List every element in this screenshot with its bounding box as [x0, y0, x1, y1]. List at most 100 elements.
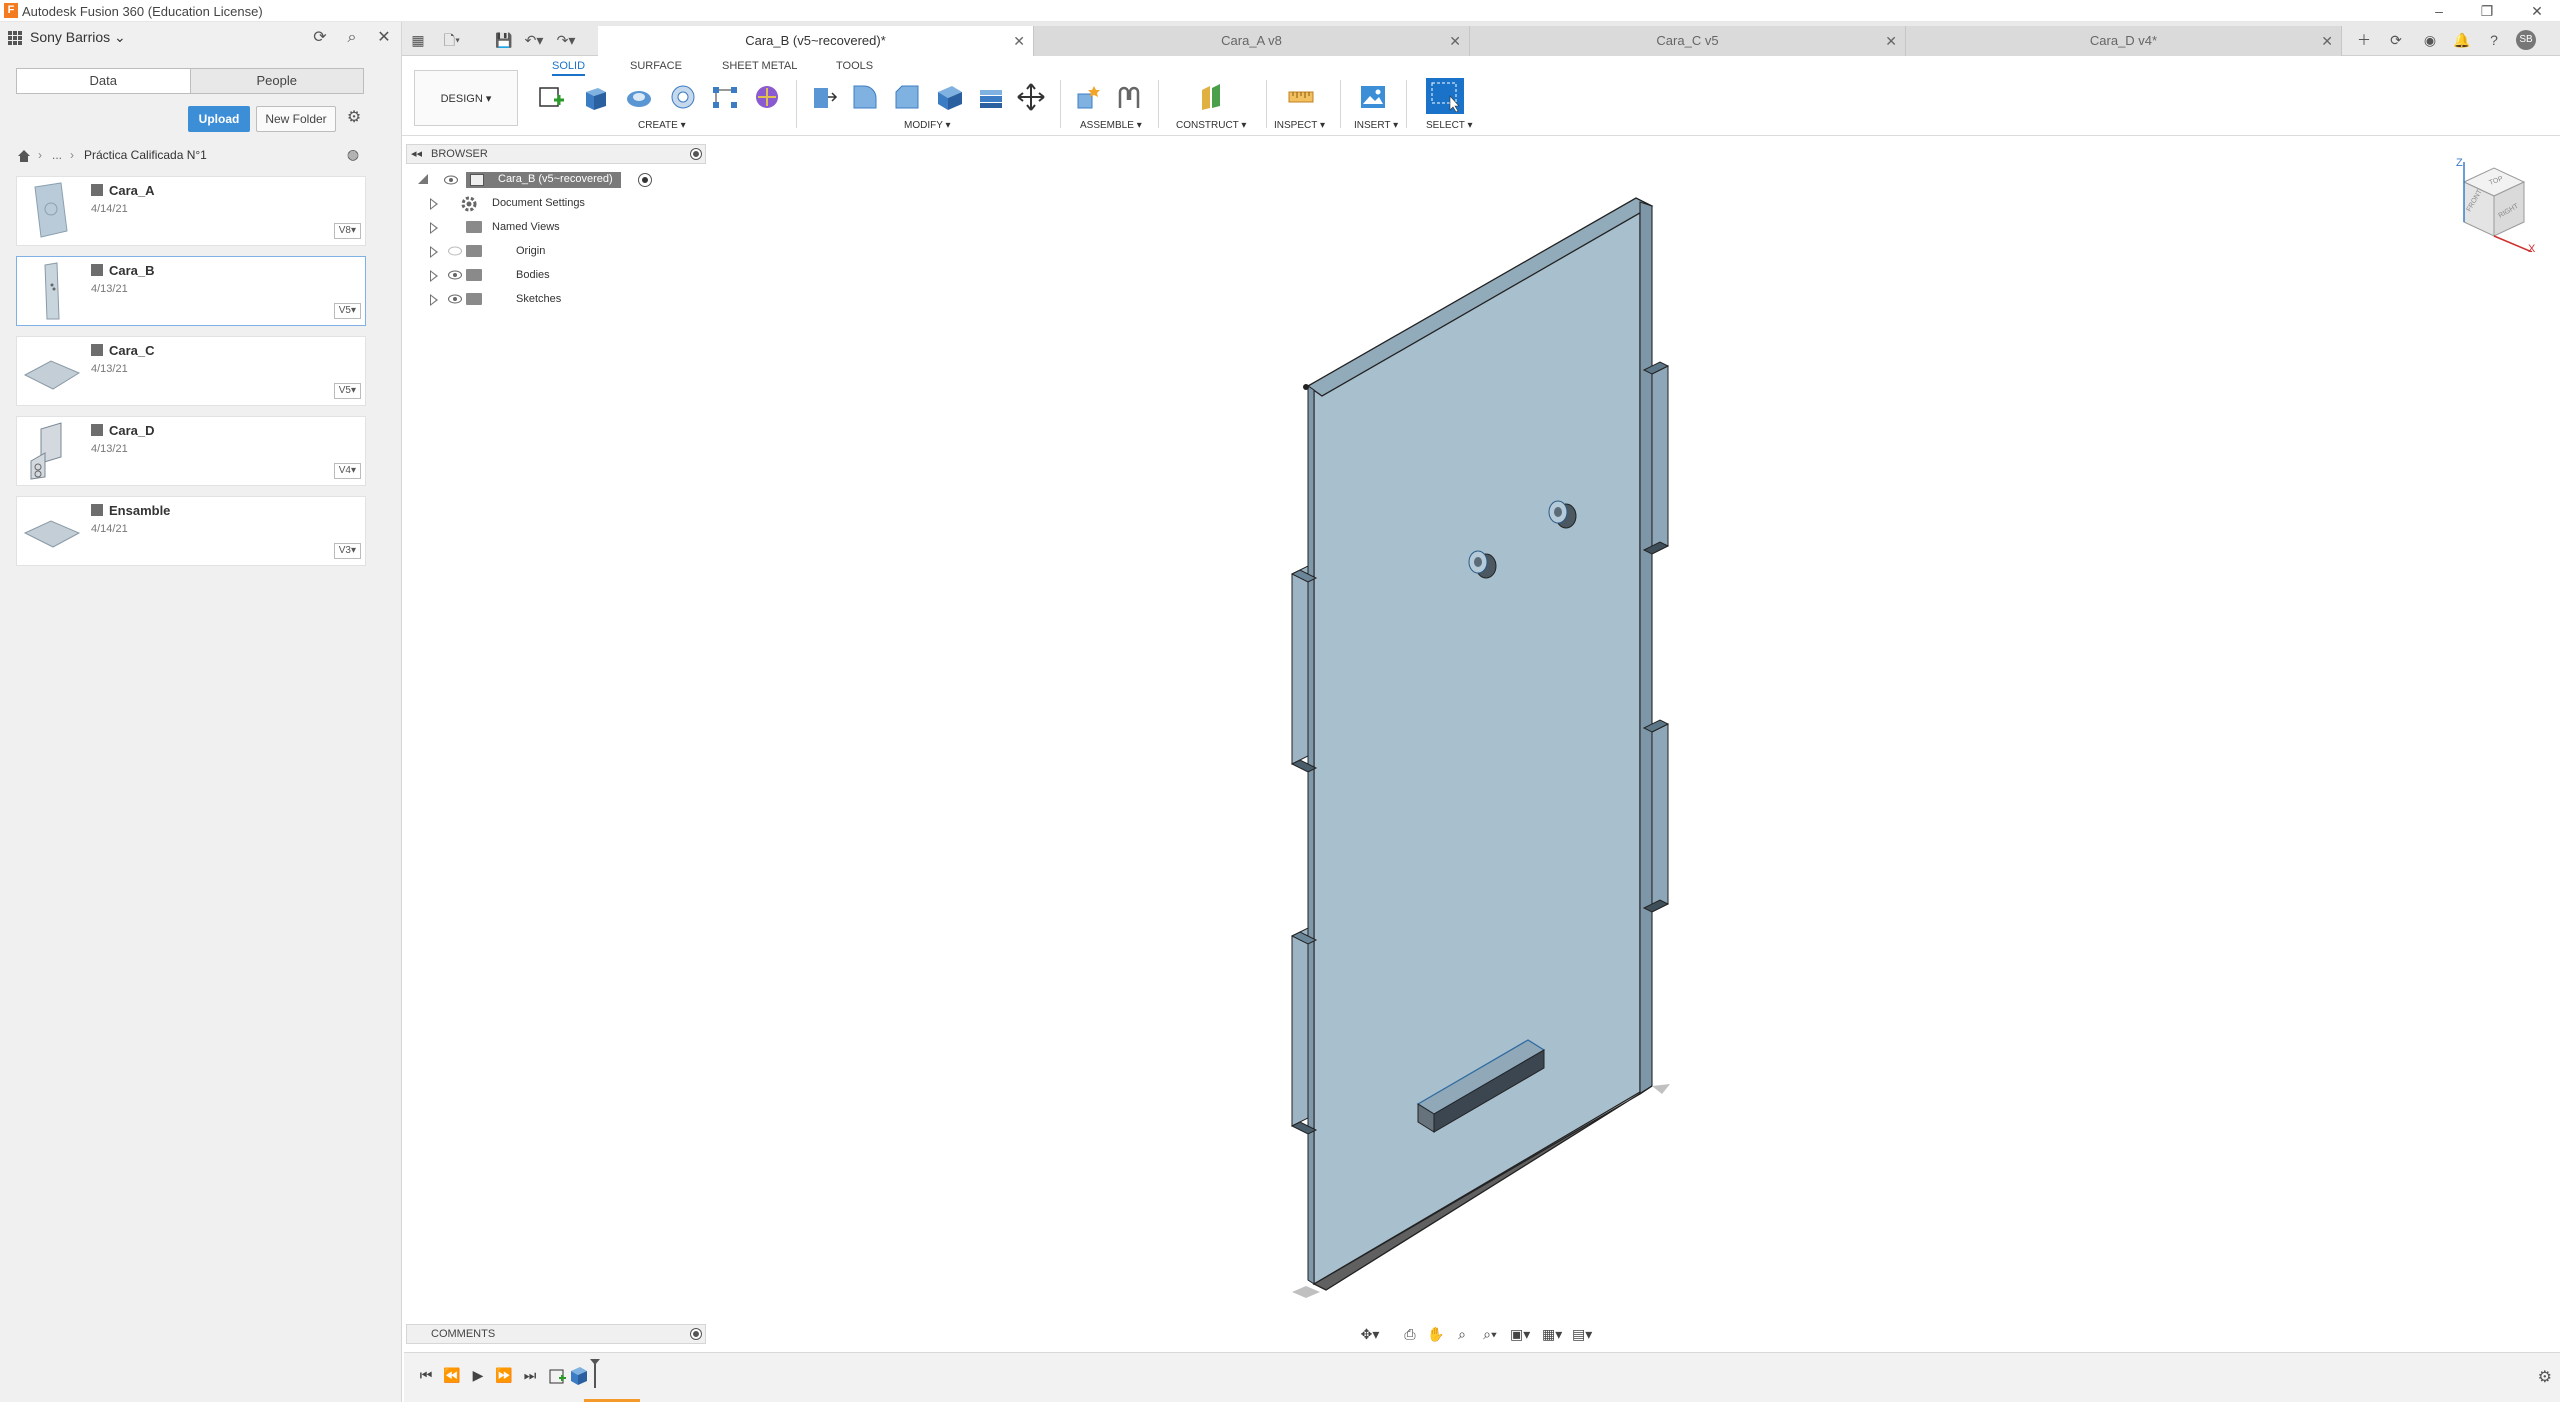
collapse-panel-icon[interactable]: ◂◂: [411, 147, 422, 160]
new-tab-icon[interactable]: ＋: [2354, 30, 2374, 50]
measure-icon[interactable]: [1286, 82, 1316, 112]
close-tab-icon[interactable]: ✕: [1013, 26, 1025, 56]
inspect-menu[interactable]: INSPECT ▾: [1274, 120, 1325, 131]
grid-settings-icon[interactable]: ▦▾: [1542, 1324, 1562, 1344]
sketch-feature-icon[interactable]: [546, 1365, 568, 1387]
activate-radio[interactable]: [638, 173, 652, 187]
play-icon[interactable]: ▶: [468, 1365, 488, 1385]
new-folder-button[interactable]: New Folder: [256, 106, 336, 132]
create-menu[interactable]: CREATE ▾: [638, 120, 686, 131]
tab-surface[interactable]: SURFACE: [630, 60, 682, 72]
extrude-icon[interactable]: [580, 82, 610, 112]
eye-icon[interactable]: [448, 270, 462, 280]
version-dropdown[interactable]: V4▾: [333, 463, 361, 479]
step-forward-icon[interactable]: ⏩: [494, 1365, 514, 1385]
pan-icon[interactable]: ✋: [1426, 1324, 1446, 1344]
close-panel-icon[interactable]: ✕: [374, 28, 394, 48]
tab-people[interactable]: People: [191, 69, 364, 93]
zoom-icon[interactable]: ⌕: [1452, 1324, 1472, 1344]
insert-image-icon[interactable]: [1358, 82, 1388, 112]
combine-icon[interactable]: [976, 82, 1006, 112]
file-card-cara-b[interactable]: Cara_B 4/13/21 V5▾: [16, 256, 366, 326]
file-card-cara-d[interactable]: Cara_D 4/13/21 V4▾: [16, 416, 366, 486]
restore-icon[interactable]: ❐: [2476, 2, 2498, 20]
tab-solid[interactable]: SOLID: [552, 60, 586, 76]
expand-triangle-icon[interactable]: [430, 198, 438, 210]
file-card-cara-c[interactable]: Cara_C 4/13/21 V5▾: [16, 336, 366, 406]
viewports-icon[interactable]: ▤▾: [1572, 1324, 1592, 1344]
expand-triangle-icon[interactable]: [430, 270, 438, 282]
file-menu-icon[interactable]: 🗋▾: [442, 30, 462, 50]
joint-icon[interactable]: [1114, 82, 1144, 112]
look-at-icon[interactable]: ⎙: [1400, 1324, 1420, 1344]
timeline-marker-icon[interactable]: [590, 1359, 600, 1389]
refresh-icon[interactable]: ⟳: [310, 28, 330, 48]
step-back-icon[interactable]: ⏪: [442, 1365, 462, 1385]
redo-icon[interactable]: ↷▾: [556, 30, 576, 50]
assemble-menu[interactable]: ASSEMBLE ▾: [1080, 120, 1142, 131]
breadcrumb-folder[interactable]: Práctica Calificada N°1: [84, 148, 207, 162]
tab-tools[interactable]: TOOLS: [836, 60, 873, 72]
close-tab-icon[interactable]: ✕: [1885, 26, 1897, 56]
globe-icon[interactable]: ◍: [344, 146, 362, 164]
expand-triangle-icon[interactable]: [418, 174, 428, 184]
create-sketch-icon[interactable]: [536, 82, 566, 112]
form-icon[interactable]: [752, 82, 782, 112]
eye-icon[interactable]: [444, 175, 458, 185]
expand-triangle-icon[interactable]: [430, 222, 438, 234]
notifications-icon[interactable]: 🔔: [2452, 30, 2472, 50]
breadcrumb-ellipsis[interactable]: ...: [52, 148, 62, 162]
undo-icon[interactable]: ↶▾: [524, 30, 544, 50]
modify-menu[interactable]: MODIFY ▾: [904, 120, 951, 131]
apps-grid-icon[interactable]: ▦: [408, 30, 428, 50]
tab-sheet-metal[interactable]: SHEET METAL: [722, 60, 797, 72]
close-icon[interactable]: ✕: [2526, 2, 2548, 20]
help-icon[interactable]: ?: [2484, 30, 2504, 50]
user-team-selector[interactable]: Sony Barrios ⌄: [30, 29, 126, 46]
extrude-feature-icon[interactable]: [568, 1363, 590, 1387]
pin-panel-icon[interactable]: [691, 1329, 701, 1339]
construct-menu[interactable]: CONSTRUCT ▾: [1176, 120, 1246, 131]
view-cube[interactable]: TOP FRONT RIGHT Z X: [2440, 152, 2540, 252]
search-icon[interactable]: ⌕: [342, 28, 362, 48]
home-icon[interactable]: [16, 148, 32, 164]
tab-data[interactable]: Data: [17, 69, 190, 93]
new-component-icon[interactable]: [1074, 82, 1104, 112]
job-status-icon[interactable]: ◉: [2420, 30, 2440, 50]
display-settings-icon[interactable]: ▣▾: [1510, 1324, 1530, 1344]
hole-icon[interactable]: [668, 82, 698, 112]
close-tab-icon[interactable]: ✕: [2321, 26, 2333, 56]
move-copy-icon[interactable]: [1016, 82, 1046, 112]
pin-panel-icon[interactable]: [691, 149, 701, 159]
doc-tab-cara-d[interactable]: Cara_D v4* ✕: [1906, 26, 2342, 56]
avatar[interactable]: SB: [2516, 30, 2536, 50]
revolve-icon[interactable]: [624, 82, 654, 112]
gear-icon[interactable]: ⚙: [2538, 1367, 2552, 1387]
select-menu[interactable]: SELECT ▾: [1426, 120, 1473, 131]
expand-triangle-icon[interactable]: [430, 294, 438, 306]
fillet-icon[interactable]: [850, 82, 880, 112]
file-card-ensamble[interactable]: Ensamble 4/14/21 V3▾: [16, 496, 366, 566]
workspace-switcher[interactable]: DESIGN ▾: [414, 70, 518, 126]
fit-icon[interactable]: ⌕▾: [1480, 1324, 1500, 1344]
eye-hidden-icon[interactable]: [448, 246, 462, 256]
chamfer-icon[interactable]: [892, 82, 922, 112]
version-dropdown[interactable]: V5▾: [333, 383, 361, 399]
version-dropdown[interactable]: V5▾: [333, 303, 361, 319]
go-to-start-icon[interactable]: ⏮: [416, 1365, 436, 1385]
gear-icon[interactable]: ⚙: [344, 108, 364, 128]
comments-panel-header[interactable]: COMMENTS: [406, 1324, 706, 1344]
version-dropdown[interactable]: V3▾: [333, 543, 361, 559]
save-icon[interactable]: 💾: [494, 30, 514, 50]
go-to-end-icon[interactable]: ⏭: [520, 1365, 540, 1385]
file-card-cara-a[interactable]: Cara_A 4/14/21 V8▾: [16, 176, 366, 246]
minimize-icon[interactable]: –: [2428, 2, 2450, 20]
doc-tab-cara-c[interactable]: Cara_C v5 ✕: [1470, 26, 1906, 56]
offset-plane-icon[interactable]: [1196, 82, 1226, 112]
press-pull-icon[interactable]: [808, 82, 838, 112]
eye-icon[interactable]: [448, 294, 462, 304]
close-tab-icon[interactable]: ✕: [1449, 26, 1461, 56]
shell-icon[interactable]: [934, 82, 964, 112]
upload-button[interactable]: Upload: [188, 106, 250, 132]
version-dropdown[interactable]: V8▾: [333, 223, 361, 239]
